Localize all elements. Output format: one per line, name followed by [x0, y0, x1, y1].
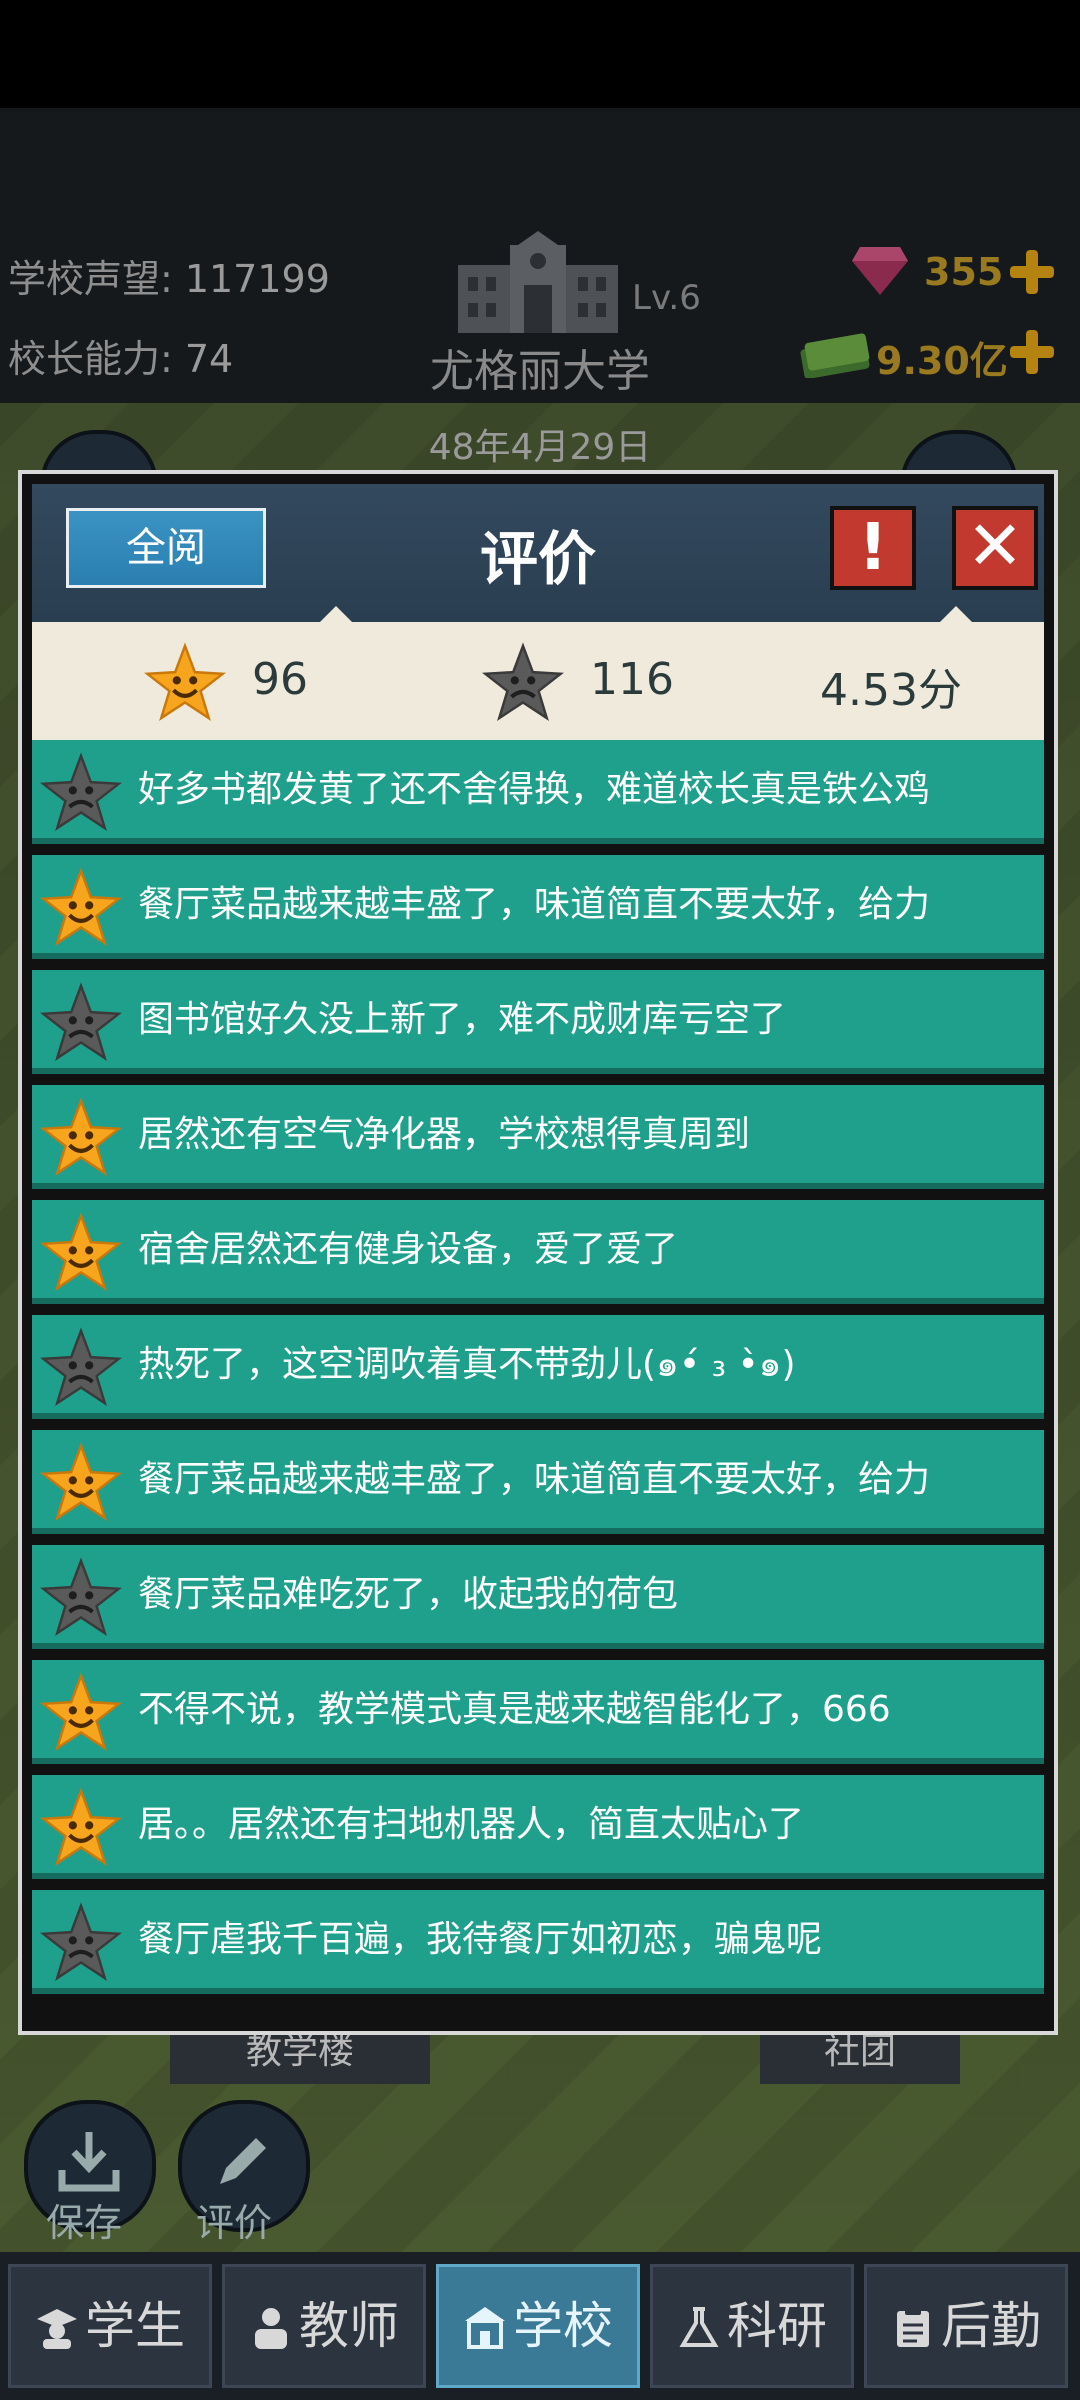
gems-value: 355	[924, 250, 1004, 294]
gem-icon	[852, 247, 908, 295]
money-value: 9.30亿	[876, 339, 1008, 383]
review-text: 好多书都发黄了还不舍得换，难道校长真是铁公鸡	[138, 769, 931, 810]
review-list[interactable]: 好多书都发黄了还不舍得换，难道校长真是铁公鸡 餐厅菜品越来越丰盛了，味道简直不要太…	[32, 740, 1044, 2020]
happy-star-icon	[40, 1212, 122, 1291]
sad-star-icon	[40, 1557, 122, 1636]
review-text: 热死了，这空调吹着真不带劲儿(๑•́ ₃ •̀๑)	[138, 1344, 796, 1385]
review-label: 评价	[196, 2201, 273, 2245]
happy-star-icon	[40, 1097, 122, 1176]
review-text: 宿舍居然还有健身设备，爱了爱了	[138, 1229, 679, 1270]
tab-students-label: 学生	[85, 2297, 185, 2355]
tab-research-label: 科研	[727, 2297, 827, 2355]
review-text: 居。。居然还有扫地机器人，简直太贴心了	[138, 1804, 805, 1845]
review-row[interactable]: 居。。居然还有扫地机器人，简直太贴心了	[32, 1775, 1044, 1879]
school-tab-icon	[465, 2307, 505, 2349]
sad-star-icon	[40, 1327, 122, 1406]
tab-research[interactable]: 科研	[650, 2264, 854, 2388]
happy-star-icon	[40, 1442, 122, 1521]
close-button[interactable]: ✕	[952, 506, 1038, 590]
sad-star-icon	[40, 752, 122, 831]
dialog-header: 全阅 评价 ! ✕	[32, 484, 1044, 634]
tab-logistics-label: 后勤	[941, 2297, 1041, 2355]
add-gems-button[interactable]	[1010, 250, 1054, 294]
review-row[interactable]: 图书馆好久没上新了，难不成财库亏空了	[32, 970, 1044, 1074]
bad-count: 116	[590, 654, 674, 705]
download-icon	[58, 2132, 120, 2192]
tab-students[interactable]: 学生	[8, 2264, 212, 2388]
review-text: 餐厅菜品越来越丰盛了，味道简直不要太好，给力	[138, 884, 931, 925]
report-button[interactable]: !	[830, 506, 916, 590]
school-level: Lv.6	[632, 278, 701, 318]
close-icon: ✕	[966, 507, 1024, 586]
bottom-nav: 学生 教师 学校 科研 后勤	[0, 2252, 1080, 2400]
review-row[interactable]: 宿舍居然还有健身设备，爱了爱了	[32, 1200, 1044, 1304]
happy-star-icon	[40, 1672, 122, 1751]
review-row[interactable]: 餐厅菜品越来越丰盛了，味道简直不要太好，给力	[32, 855, 1044, 959]
good-count: 96	[252, 654, 308, 705]
school-building-icon	[458, 231, 618, 333]
sad-star-icon	[40, 1902, 122, 1981]
rating-summary: 96 116 4.53分	[32, 606, 1044, 740]
review-row[interactable]: 餐厅菜品难吃死了，收起我的荷包	[32, 1545, 1044, 1649]
cash-stack-icon	[800, 333, 870, 378]
review-row[interactable]: 餐厅虐我千百遍，我待餐厅如初恋，骗鬼呢	[32, 1890, 1044, 1994]
tab-logistics[interactable]: 后勤	[864, 2264, 1068, 2388]
alert-icon: !	[858, 511, 888, 585]
sad-star-icon	[482, 642, 564, 721]
student-icon	[37, 2309, 77, 2349]
review-row[interactable]: 居然还有空气净化器，学校想得真周到	[32, 1085, 1044, 1189]
review-text: 餐厅虐我千百遍，我待餐厅如初恋，骗鬼呢	[138, 1919, 823, 1960]
review-row[interactable]: 餐厅菜品越来越丰盛了，味道简直不要太好，给力	[32, 1430, 1044, 1534]
flask-icon	[679, 2307, 719, 2347]
add-money-button[interactable]	[1010, 330, 1054, 374]
review-dialog: 全阅 评价 ! ✕ 96 116 4.53分 好多书都发黄了还不舍得换，难道校长…	[18, 470, 1058, 2035]
happy-star-icon	[144, 642, 226, 721]
sad-star-icon	[40, 982, 122, 1061]
tab-teachers[interactable]: 教师	[222, 2264, 426, 2388]
status-bar	[0, 0, 1080, 108]
save-label: 保存	[46, 2201, 123, 2245]
review-text: 居然还有空气净化器，学校想得真周到	[138, 1114, 751, 1155]
review-text: 图书馆好久没上新了，难不成财库亏空了	[138, 999, 787, 1040]
reputation-value: 117199	[184, 257, 330, 301]
review-row[interactable]: 热死了，这空调吹着真不带劲儿(๑•́ ₃ •̀๑)	[32, 1315, 1044, 1419]
reputation-stat: 学校声望: 117199	[8, 248, 330, 303]
review-row[interactable]: 不得不说，教学模式真是越来越智能化了，666	[32, 1660, 1044, 1764]
happy-star-icon	[40, 1787, 122, 1866]
review-row[interactable]: 好多书都发黄了还不舍得换，难道校长真是铁公鸡	[32, 740, 1044, 844]
average-score: 4.53分	[820, 665, 962, 716]
teacher-icon	[255, 2308, 287, 2349]
review-text: 餐厅菜品难吃死了，收起我的荷包	[138, 1574, 679, 1615]
pencil-icon	[220, 2138, 266, 2184]
reputation-label: 学校声望:	[8, 257, 173, 301]
review-text: 餐厅菜品越来越丰盛了，味道简直不要太好，给力	[138, 1459, 931, 1500]
happy-star-icon	[40, 867, 122, 946]
tab-teachers-label: 教师	[299, 2297, 399, 2355]
tab-school[interactable]: 学校	[436, 2264, 640, 2388]
tab-school-label: 学校	[513, 2297, 613, 2355]
clipboard-icon	[897, 2307, 929, 2347]
review-text: 不得不说，教学模式真是越来越智能化了，666	[138, 1689, 891, 1730]
